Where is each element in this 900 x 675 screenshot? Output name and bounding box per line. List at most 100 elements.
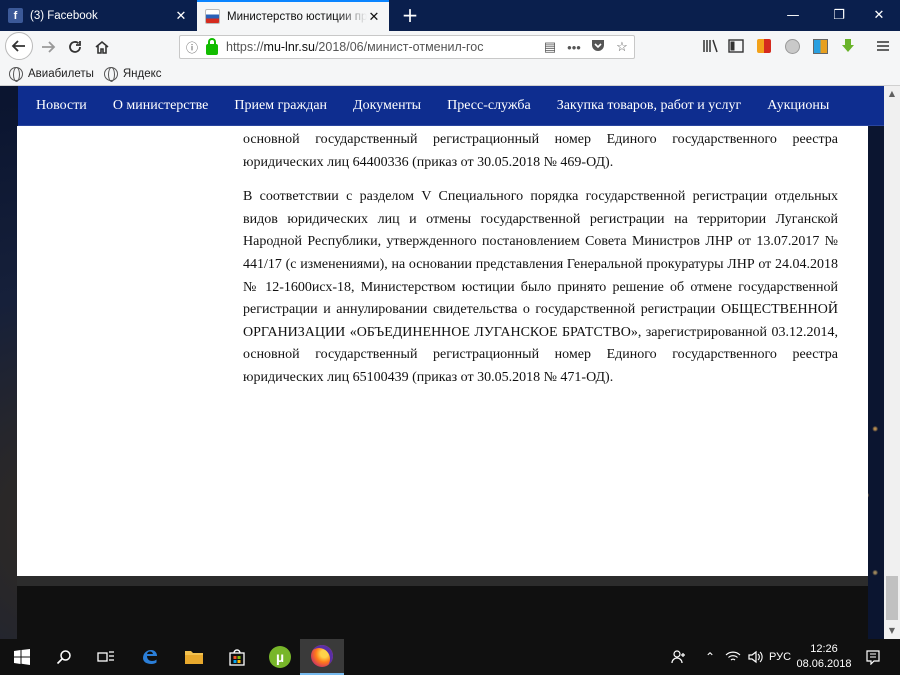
tab-title: Министерство юстиции при	[227, 10, 367, 23]
speaker-shape	[748, 650, 763, 664]
address-bar[interactable]: ⓘ https://mu-lnr.su/2018/06/минист-отмен…	[179, 35, 635, 59]
people-icon[interactable]	[668, 639, 690, 675]
nav-item-auctions[interactable]: Аукционы	[767, 98, 829, 114]
taskbar-edge[interactable]	[128, 639, 172, 675]
tab-strip: f (3) Facebook ✕ Министерство юстиции пр…	[0, 0, 900, 31]
nav-item-press[interactable]: Пресс-служба	[447, 98, 531, 114]
lock-icon[interactable]	[206, 37, 218, 55]
start-button[interactable]	[0, 639, 44, 675]
forward-arrow-icon	[42, 40, 56, 53]
taskbar-store[interactable]	[215, 639, 259, 675]
reload-button[interactable]	[62, 34, 88, 59]
bookmark-label: Яндекс	[122, 67, 162, 80]
edge-icon	[143, 650, 157, 664]
content-area: основной государственный регистрационный…	[17, 126, 868, 576]
clock-date: 08.06.2018	[796, 658, 852, 670]
site-footer	[17, 576, 868, 639]
firefox-icon	[311, 645, 333, 667]
taskbar-firefox[interactable]	[300, 639, 344, 675]
article-paragraph: В соответствии с разделом V Специального…	[243, 189, 838, 385]
library-shape	[703, 39, 718, 53]
extension-flag-shape	[757, 39, 771, 53]
wifi-shape	[725, 651, 741, 661]
bookmarks-toolbar: Авиабилеты Яндекс	[0, 62, 900, 86]
hamburger-shape	[877, 41, 889, 51]
extension-tiles-shape	[812, 38, 828, 54]
utorrent-icon: µ	[269, 646, 291, 668]
globe-icon	[9, 66, 23, 82]
extension-globe-icon[interactable]	[782, 36, 802, 56]
store-bag-icon	[229, 649, 245, 666]
home-button[interactable]	[89, 34, 115, 59]
scroll-down-arrow-icon[interactable]: ▼	[884, 623, 900, 639]
new-tab-button[interactable]: +	[397, 3, 423, 29]
page-viewport: Новости О министерстве Прием граждан Док…	[0, 86, 884, 639]
taskbar-file-explorer[interactable]	[172, 639, 216, 675]
windows-taskbar: µ ⌃ РУС 12:26 08.06.2018	[0, 639, 900, 675]
article-body: основной государственный регистрационный…	[243, 129, 838, 402]
navigation-toolbar: ⓘ https://mu-lnr.su/2018/06/минист-отмен…	[0, 31, 900, 62]
tab-facebook[interactable]: f (3) Facebook ✕	[0, 0, 196, 31]
clock-time: 12:26	[810, 643, 838, 655]
bookmark-star-icon[interactable]: ☆	[610, 39, 634, 55]
site-navigation: Новости О министерстве Прием граждан Док…	[18, 86, 884, 126]
url-host: mu-lnr.su	[263, 40, 315, 54]
scroll-up-arrow-icon[interactable]: ▲	[884, 86, 900, 102]
system-clock[interactable]: 12:26 08.06.2018	[795, 642, 853, 672]
reader-view-icon[interactable]: ▤	[538, 39, 562, 55]
extension-flag-icon[interactable]	[754, 36, 774, 56]
language-indicator[interactable]: РУС	[767, 639, 793, 675]
taskbar-utorrent[interactable]: µ	[258, 639, 302, 675]
action-center-icon[interactable]	[860, 639, 886, 675]
library-icon[interactable]	[700, 36, 720, 56]
url-text[interactable]: https://mu-lnr.su/2018/06/минист-отменил…	[226, 40, 538, 54]
page-actions-icon[interactable]: •••	[562, 40, 586, 55]
forward-button[interactable]	[35, 34, 61, 59]
tab-title: (3) Facebook	[30, 9, 98, 22]
url-prefix: https://	[226, 40, 264, 54]
lnr-flag-icon	[205, 9, 220, 24]
bookmark-label: Авиабилеты	[28, 67, 94, 80]
search-button[interactable]	[42, 639, 86, 675]
nav-item-about[interactable]: О министерстве	[113, 98, 209, 114]
url-path: /2018/06/минист-отменил-гос	[314, 40, 484, 54]
task-view-icon	[97, 651, 114, 662]
back-button[interactable]	[5, 32, 33, 60]
task-view-button[interactable]	[84, 639, 128, 675]
info-icon[interactable]: ⓘ	[186, 39, 200, 56]
search-icon	[56, 650, 71, 665]
tab-ministry[interactable]: Министерство юстиции при ✕	[197, 0, 389, 31]
folder-icon	[185, 651, 203, 664]
facebook-icon: f	[8, 8, 23, 23]
nav-item-reception[interactable]: Прием граждан	[234, 98, 327, 114]
sidebar-icon[interactable]	[726, 36, 746, 56]
download-icon[interactable]	[838, 36, 858, 56]
nav-item-documents[interactable]: Документы	[353, 98, 421, 114]
nav-item-procurement[interactable]: Закупка товаров, работ и услуг	[557, 98, 742, 114]
network-icon[interactable]	[722, 639, 744, 675]
tray-chevron-up-icon[interactable]: ⌃	[700, 639, 720, 675]
download-arrow-shape	[842, 39, 854, 52]
bookmark-yandex[interactable]: Яндекс	[103, 66, 162, 82]
windows-logo-icon	[14, 649, 30, 665]
window-close-button[interactable]: ✕	[856, 0, 900, 31]
pocket-shape	[592, 40, 604, 51]
minimize-button[interactable]: —	[770, 0, 816, 31]
scrollbar-thumb[interactable]	[886, 576, 898, 620]
bookmark-aviabilety[interactable]: Авиабилеты	[9, 66, 94, 82]
extension-tiles-icon[interactable]	[810, 36, 830, 56]
volume-icon[interactable]	[745, 639, 767, 675]
close-icon[interactable]: ✕	[174, 8, 188, 24]
pocket-icon[interactable]	[586, 39, 610, 55]
close-icon[interactable]: ✕	[367, 9, 381, 25]
extension-globe-shape	[784, 38, 800, 54]
vertical-scrollbar[interactable]: ▲ ▼	[884, 86, 900, 639]
article-paragraph: основной государственный регистрационный…	[243, 132, 838, 170]
menu-icon[interactable]	[873, 36, 893, 56]
nav-item-news[interactable]: Новости	[36, 98, 87, 114]
back-arrow-icon	[11, 40, 25, 52]
sidebar-shape	[728, 39, 744, 53]
globe-icon	[103, 66, 118, 82]
home-icon	[95, 40, 109, 54]
reload-icon	[69, 40, 81, 53]
